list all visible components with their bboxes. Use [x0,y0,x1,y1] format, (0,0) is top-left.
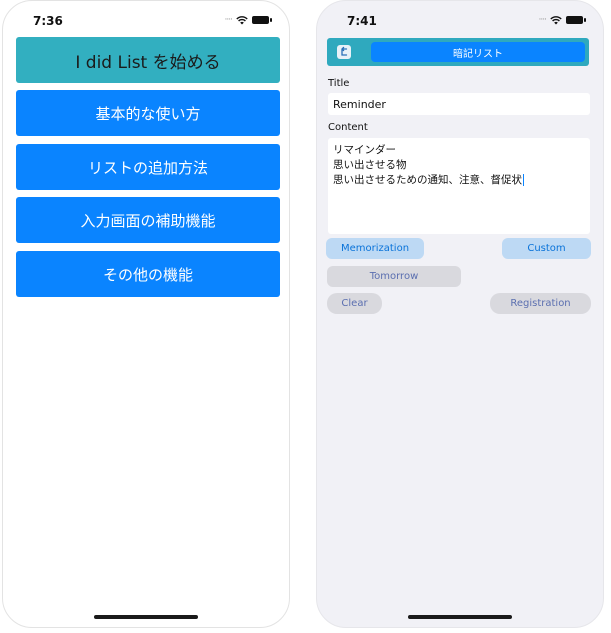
menu-item-label: 入力画面の補助機能 [80,211,216,230]
registration-label: Registration [510,298,571,309]
content-label: Content [328,122,368,133]
content-line-last: 思い出させるための通知、注意、督促状 [333,173,585,188]
menu-item-label: その他の機能 [102,265,193,284]
nav-title-button[interactable]: 暗記リスト [371,42,585,62]
status-time: 7:36 [33,14,63,28]
battery-icon [566,16,586,24]
menu-item-add-list[interactable]: リストの追加方法 [16,144,280,190]
status-time: 7:41 [347,14,377,28]
start-list-button[interactable]: I did List を始める [16,37,280,83]
tomorrow-button[interactable]: Tomorrow [327,266,461,287]
custom-button[interactable]: Custom [502,238,591,259]
content-textarea[interactable]: リマインダー 思い出させる物 思い出させるための通知、注意、督促状 [328,138,590,234]
phone-screen-editor: 7:41 ···· 暗記リスト Title Reminder Content リ… [316,0,604,628]
wifi-icon [550,16,562,25]
title-input-value: Reminder [333,97,386,111]
status-bar: 7:41 ···· [317,1,603,37]
home-indicator[interactable] [94,615,198,619]
menu-item-other-features[interactable]: その他の機能 [16,251,280,297]
clear-label: Clear [341,298,368,309]
title-input[interactable]: Reminder [328,93,590,115]
custom-label: Custom [527,243,566,254]
status-icons: ···· [538,14,586,25]
wifi-icon [236,16,248,25]
nav-bar: 暗記リスト [327,38,589,66]
status-bar: 7:36 ···· [3,1,289,37]
tomorrow-label: Tomorrow [369,271,419,282]
battery-icon [252,16,272,24]
menu-item-basic-usage[interactable]: 基本的な使い方 [16,90,280,136]
home-indicator[interactable] [408,615,512,619]
registration-button[interactable]: Registration [490,293,591,314]
nav-title-label: 暗記リスト [453,48,503,60]
memorization-button[interactable]: Memorization [326,238,424,259]
menu-item-input-assist[interactable]: 入力画面の補助機能 [16,197,280,243]
memorization-label: Memorization [340,243,410,254]
phone-screen-menu: 7:36 ···· I did List を始める 基本的な使い方 リストの追加… [2,0,290,628]
menu-item-label: 基本的な使い方 [95,104,201,123]
start-list-label: I did List を始める [75,52,221,73]
back-arrow-icon[interactable] [336,44,352,60]
content-line: リマインダー [333,144,396,156]
signal-dots-icon: ···· [224,14,234,25]
content-line-text: 思い出させるための通知、注意、督促状 [333,174,522,186]
content-line: 思い出させる物 [333,159,407,171]
clear-button[interactable]: Clear [327,293,382,314]
signal-dots-icon: ···· [538,14,548,25]
menu-item-label: リストの追加方法 [87,158,208,177]
text-cursor [523,174,524,186]
title-label: Title [328,78,350,89]
status-icons: ···· [224,14,272,25]
